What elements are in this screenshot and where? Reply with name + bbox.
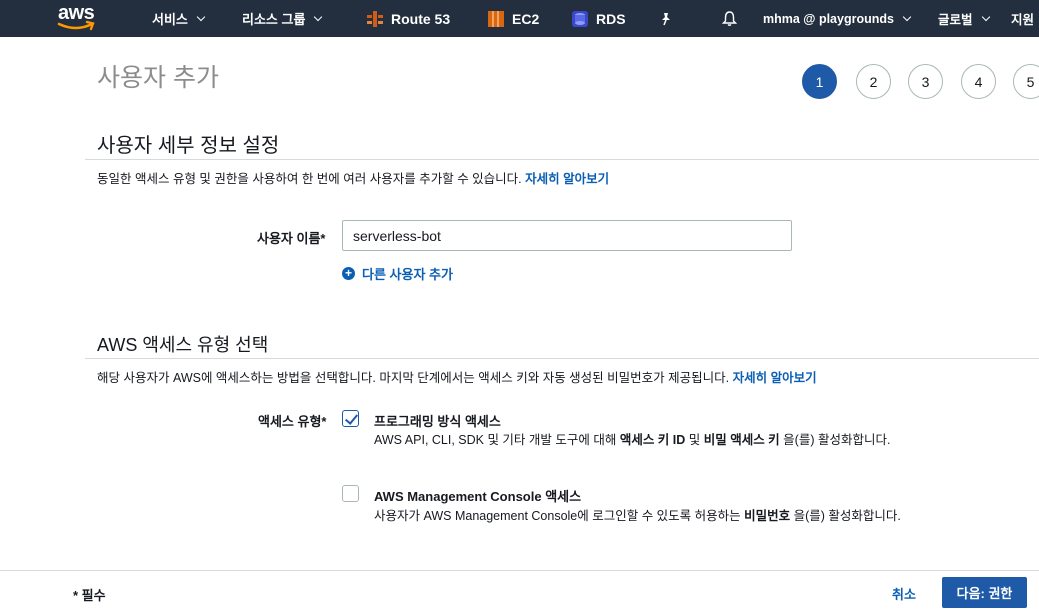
add-another-user-label: 다른 사용자 추가 <box>362 267 453 282</box>
console-access-checkbox[interactable] <box>342 485 359 502</box>
desc-text: 을(를) 활성화합니다. <box>790 509 901 523</box>
user-details-description-text: 동일한 액세스 유형 및 권한을 사용하여 한 번에 여러 사용자를 추가할 수… <box>97 172 522 186</box>
services-menu[interactable]: 서비스 <box>152 0 206 37</box>
notifications-button[interactable] <box>721 0 738 37</box>
pin-icon[interactable] <box>659 0 673 37</box>
access-type-title: AWS 액세스 유형 선택 <box>97 335 269 355</box>
chevron-down-icon <box>314 12 323 21</box>
region-menu-label: 글로벌 <box>938 13 973 27</box>
chevron-down-icon <box>196 12 206 21</box>
favorite-ec2[interactable]: EC2 <box>487 0 539 37</box>
page-title: 사용자 추가 <box>97 64 219 92</box>
desc-bold-text: 액세스 키 ID <box>619 433 686 447</box>
programmatic-access-checkbox[interactable] <box>342 410 359 427</box>
wizard-step-3[interactable]: 3 <box>908 64 943 99</box>
desc-text: 사용자가 AWS Management Console에 로그인할 수 있도록 … <box>374 509 745 523</box>
pushpin-icon <box>662 12 670 25</box>
chevron-down-icon <box>981 12 990 21</box>
top-navigation-bar: aws 서비스 리소스 그룹 Route 53 EC2 RDS mhma @ p… <box>0 0 1039 37</box>
favorite-ec2-label: EC2 <box>512 10 540 27</box>
ec2-icon <box>488 10 504 27</box>
route53-icon <box>367 10 383 27</box>
access-type-label: 액세스 유형* <box>258 414 327 429</box>
access-type-description: 해당 사용자가 AWS에 액세스하는 방법을 선택합니다. 마지막 단계에서는 … <box>97 367 817 386</box>
desc-text: AWS API, CLI, SDK 및 기타 개발 도구에 대해 <box>374 433 620 447</box>
account-menu-label: mhma @ playgrounds <box>763 11 894 26</box>
favorite-route53-label: Route 53 <box>391 10 451 27</box>
programmatic-access-title: 프로그래밍 방식 액세스 <box>374 414 501 429</box>
console-access-description: 사용자가 AWS Management Console에 로그인할 수 있도록 … <box>374 506 919 527</box>
section-divider <box>85 358 1039 359</box>
cancel-button[interactable]: 취소 <box>882 578 926 608</box>
desc-text: 을(를) 활성화합니다. <box>779 433 891 447</box>
support-menu[interactable]: 지원 <box>1011 0 1034 37</box>
support-menu-label: 지원 <box>1011 13 1035 27</box>
favorite-route53[interactable]: Route 53 <box>366 0 450 37</box>
wizard-step-4[interactable]: 4 <box>961 64 996 99</box>
learn-more-link[interactable]: 자세히 알아보기 <box>733 371 817 385</box>
wizard-step-1[interactable]: 1 <box>802 64 837 99</box>
username-input[interactable] <box>342 220 792 251</box>
region-menu[interactable]: 글로벌 <box>938 0 990 37</box>
wizard-step-2[interactable]: 2 <box>856 64 891 99</box>
resource-groups-menu[interactable]: 리소스 그룹 <box>242 0 323 37</box>
learn-more-link[interactable]: 자세히 알아보기 <box>525 172 609 186</box>
console-access-title: AWS Management Console 액세스 <box>374 489 582 504</box>
section-divider <box>85 159 1039 160</box>
user-details-description: 동일한 액세스 유형 및 권한을 사용하여 한 번에 여러 사용자를 추가할 수… <box>97 168 609 187</box>
plus-circle-icon: + <box>342 267 355 280</box>
wizard-step-5[interactable]: 5 <box>1013 64 1039 99</box>
rds-icon <box>572 10 588 27</box>
resource-groups-menu-label: 리소스 그룹 <box>242 12 306 27</box>
desc-bold-text: 비밀 액세스 키 <box>703 433 780 447</box>
desc-bold-text: 비밀번호 <box>744 509 791 523</box>
access-type-description-text: 해당 사용자가 AWS에 액세스하는 방법을 선택합니다. 마지막 단계에서는 … <box>97 371 730 385</box>
aws-logo[interactable]: aws <box>56 2 100 32</box>
favorite-rds-label: RDS <box>596 10 626 27</box>
services-menu-label: 서비스 <box>152 12 188 27</box>
user-details-title: 사용자 세부 정보 설정 <box>97 135 280 157</box>
aws-smile-icon <box>57 20 95 31</box>
account-menu[interactable]: mhma @ playgrounds <box>763 0 912 37</box>
next-permissions-button[interactable]: 다음: 권한 <box>942 577 1027 608</box>
username-label: 사용자 이름* <box>257 231 326 246</box>
chevron-down-icon <box>902 12 912 21</box>
desc-text: 및 <box>685 433 704 447</box>
required-note: * 필수 <box>73 588 106 603</box>
favorite-rds[interactable]: RDS <box>571 0 626 37</box>
bell-icon <box>721 11 738 26</box>
programmatic-access-description: AWS API, CLI, SDK 및 기타 개발 도구에 대해 액세스 키 I… <box>374 430 919 451</box>
add-another-user-button[interactable]: + 다른 사용자 추가 <box>342 264 453 283</box>
